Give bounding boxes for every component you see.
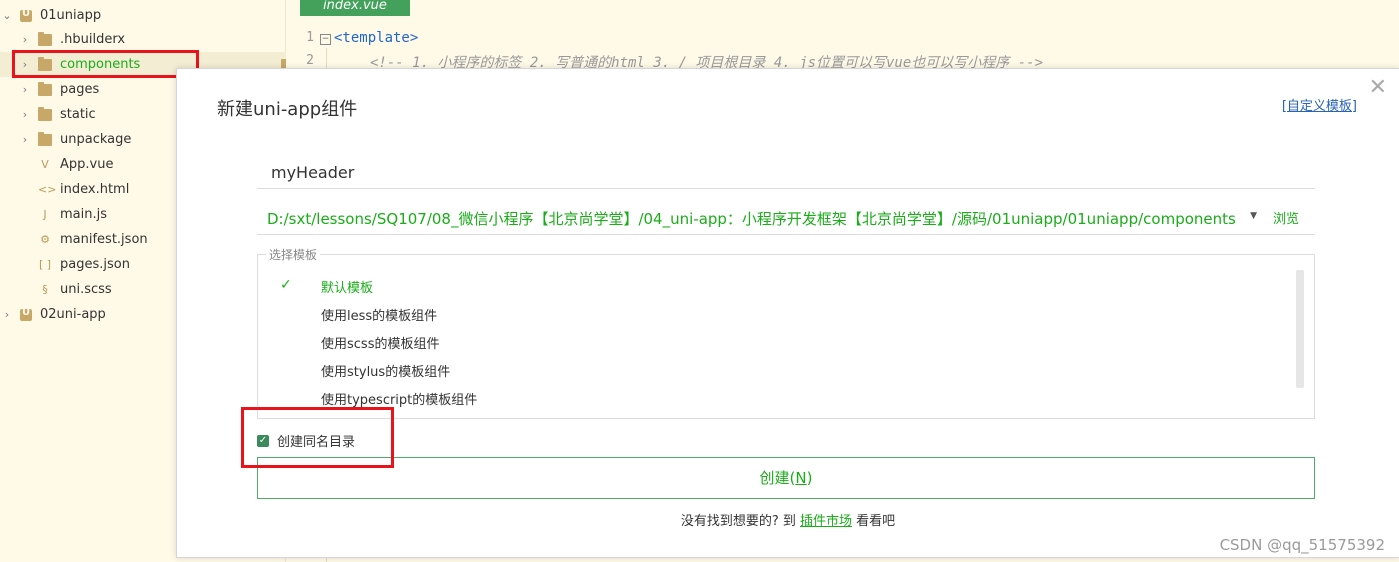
hint-suffix: 看看吧 [852,514,896,529]
tree-item-label: main.js [60,207,107,222]
template-option-typescript[interactable]: 使用typescript的模板组件 [321,389,477,408]
create-button[interactable]: 创建(N) [257,457,1315,499]
project-icon [20,307,32,321]
scss-file-icon: § [42,282,48,296]
tree-item-label: static [60,107,96,122]
json-config-icon: ⚙ [40,232,50,246]
fold-toggle-icon[interactable]: − [320,34,331,45]
close-icon[interactable]: ✕ [1369,75,1387,100]
tree-item-label: manifest.json [60,232,148,247]
folder-icon [38,31,52,46]
dialog-title: 新建uni-app组件 [217,99,358,120]
vue-file-icon: V [41,157,49,171]
tree-folder-hbuilderx[interactable]: › .hbuilderx [0,27,303,52]
create-button-suffix: ) [806,469,813,487]
tree-project-01uniapp[interactable]: ⌄ 01uniapp [0,3,285,28]
tree-item-label: unpackage [60,132,132,147]
path-value: D:/sxt/lessons/SQ107/08_微信小程序【北京尚学堂】/04_… [267,210,1236,228]
dropdown-caret-icon[interactable]: ▼ [1250,211,1257,221]
highlight-box-components [12,50,199,78]
tree-item-label: pages.json [60,257,130,272]
tree-item-label: uni.scss [60,282,112,297]
template-option-stylus[interactable]: 使用stylus的模板组件 [321,361,450,380]
chevron-right-icon[interactable]: › [18,83,32,96]
template-group-legend: 选择模板 [266,246,321,263]
hint-prefix: 没有找到想要的? 到 [680,514,800,529]
html-file-icon: <> [38,182,57,196]
create-button-label: 创建( [759,469,796,487]
tree-item-label: 02uni-app [40,307,106,322]
chevron-right-icon[interactable]: › [18,133,32,146]
new-component-dialog: 新建uni-app组件 ✕ [自定义模板] D:/sxt/lessons/SQ1… [176,68,1399,558]
tree-item-label: 01uniapp [40,8,102,23]
browse-button[interactable]: 浏览 [1273,208,1299,227]
component-name-input[interactable] [257,157,1315,189]
template-option-less[interactable]: 使用less的模板组件 [321,305,437,324]
line-number: 2 [306,53,314,68]
code-line-1: <template> [334,30,419,46]
tree-item-label: App.vue [60,157,114,172]
tree-item-label: pages [60,82,100,97]
tree-item-label: .hbuilderx [60,32,126,47]
template-group: 选择模板 ✓ 默认模板 使用less的模板组件 使用scss的模板组件 使用st… [257,246,1315,419]
folder-icon [38,81,52,96]
path-select[interactable]: D:/sxt/lessons/SQ107/08_微信小程序【北京尚学堂】/04_… [257,201,1315,235]
js-file-icon: J [43,207,47,221]
template-list-scrollbar[interactable] [1296,270,1304,388]
custom-template-link[interactable]: [自定义模板] [1282,95,1357,114]
chevron-right-icon[interactable]: › [0,308,14,321]
plugin-market-hint: 没有找到想要的? 到 插件市场 看看吧 [177,510,1399,529]
chevron-right-icon[interactable]: › [18,33,32,46]
check-icon: ✓ [280,277,292,293]
plugin-market-link[interactable]: 插件市场 [800,514,852,529]
highlight-box-mkdir [241,407,394,468]
create-hotkey: N [795,469,807,487]
tree-item-label: index.html [60,182,130,197]
chevron-right-icon[interactable]: › [18,108,32,121]
template-option-scss[interactable]: 使用scss的模板组件 [321,333,439,352]
csdn-watermark: CSDN @qq_51575392 [1219,536,1385,554]
line-number: 1 [306,30,314,45]
editor-tab-index-vue[interactable]: index.vue [300,0,410,16]
project-icon [20,8,32,22]
folder-icon [38,131,52,146]
chevron-down-icon[interactable]: ⌄ [0,9,14,22]
folder-icon [38,106,52,121]
json-file-icon: [ ] [38,257,52,271]
template-option-default[interactable]: 默认模板 [321,277,373,296]
